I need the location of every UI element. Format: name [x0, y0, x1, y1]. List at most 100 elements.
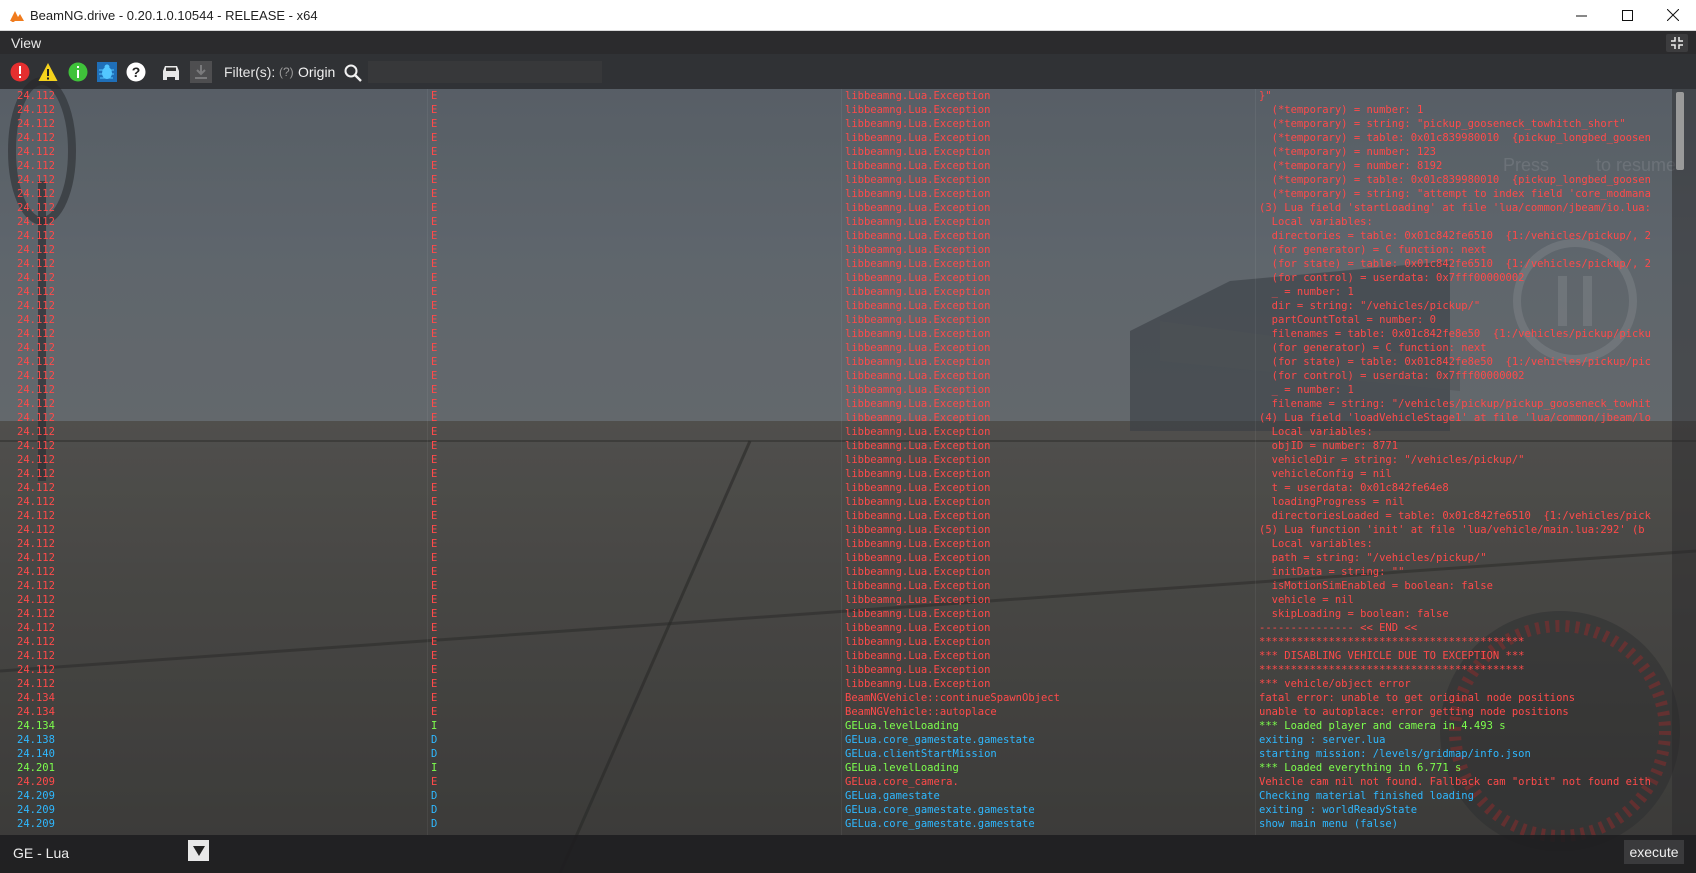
- log-level: E: [431, 482, 438, 494]
- triangle-down-icon: [192, 845, 205, 856]
- filter-help[interactable]: (?): [279, 65, 294, 79]
- log-message: loadingProgress = nil: [1259, 496, 1405, 508]
- log-row[interactable]: 24.112 Elibbeamng.Lua.Exception (for gene…: [0, 243, 1672, 257]
- log-row[interactable]: 24.138 D GELua.core_gamestate.gamestate exi…: [0, 733, 1672, 747]
- window-titlebar: BeamNG.drive - 0.20.1.0.10544 - RELEASE …: [0, 0, 1696, 31]
- log-row[interactable]: 24.134 I GELua.levelLoading *** Loaded play…: [0, 719, 1672, 733]
- log-origin: libbeamng.Lua.Exception: [845, 482, 991, 494]
- maximize-icon: [1621, 9, 1633, 21]
- search-input[interactable]: [368, 61, 602, 83]
- log-time: 24.112: [17, 90, 55, 102]
- log-time: 24.112: [17, 384, 55, 396]
- log-row[interactable]: 24.112 Elibbeamng.Lua.Exception (*tempora…: [0, 173, 1672, 187]
- log-row[interactable]: 24.209 D GELua.core_gamestate.gamestate exi…: [0, 803, 1672, 817]
- log-row[interactable]: 24.112 Elibbeamng.Lua.Exception (3) Lua fi…: [0, 201, 1672, 215]
- log-row[interactable]: 24.112 Elibbeamng.Lua.Exception _ = numbe…: [0, 383, 1672, 397]
- log-row[interactable]: 24.112 Elibbeamng.Lua.Exception _ = numbe…: [0, 285, 1672, 299]
- log-row[interactable]: 24.112 Elibbeamng.Lua.Exception directori…: [0, 509, 1672, 523]
- log-row[interactable]: 24.112 Elibbeamng.Lua.Exception (for stat…: [0, 355, 1672, 369]
- log-scrollbar[interactable]: [1672, 89, 1696, 835]
- log-row[interactable]: 24.112 Elibbeamng.Lua.Exception directori…: [0, 229, 1672, 243]
- log-message: starting mission: /levels/gridmap/info.j…: [1259, 748, 1531, 760]
- log-row[interactable]: 24.112 Elibbeamng.Lua.Exception vehicleCo…: [0, 467, 1672, 481]
- log-row[interactable]: 24.112 Elibbeamng.Lua.Exception objID = n…: [0, 439, 1672, 453]
- log-level: E: [431, 496, 438, 508]
- log-time: 24.209: [17, 818, 55, 830]
- log-row[interactable]: 24.112 Elibbeamng.Lua.Exception vehicle =…: [0, 593, 1672, 607]
- log-row[interactable]: 24.112 Elibbeamng.Lua.Exception path = st…: [0, 551, 1672, 565]
- log-row[interactable]: 24.112 Elibbeamng.Lua.Exception isMotionS…: [0, 579, 1672, 593]
- log-row[interactable]: 24.112 Elibbeamng.Lua.Exception t = userd…: [0, 481, 1672, 495]
- log-row[interactable]: 24.112 Elibbeamng.Lua.Exception ----------…: [0, 621, 1672, 635]
- log-row[interactable]: 24.112 Elibbeamng.Lua.Exception (5) Lua fu…: [0, 523, 1672, 537]
- log-row[interactable]: 24.112 Elibbeamng.Lua.Exception dir = str…: [0, 299, 1672, 313]
- log-row[interactable]: 24.209 E GELua.core_camera. Vehicle cam nil…: [0, 775, 1672, 789]
- log-row[interactable]: 24.112 Elibbeamng.Lua.Exception (*tempora…: [0, 117, 1672, 131]
- log-row[interactable]: 24.209 D GELua.core_gamestate.gamestate sho…: [0, 817, 1672, 831]
- debug-bug-icon[interactable]: [97, 62, 117, 82]
- log-row[interactable]: 24.112 Elibbeamng.Lua.Exception *** vehicl…: [0, 677, 1672, 691]
- log-row[interactable]: 24.112 Elibbeamng.Lua.Exception Local var…: [0, 425, 1672, 439]
- close-button[interactable]: [1650, 0, 1696, 30]
- maximize-button[interactable]: [1604, 0, 1650, 30]
- warning-icon[interactable]: [38, 62, 58, 82]
- log-row[interactable]: 24.112 Elibbeamng.Lua.Exception (for cont…: [0, 369, 1672, 383]
- log-row[interactable]: 24.112 Elibbeamng.Lua.Exception initData …: [0, 565, 1672, 579]
- log-message: (*temporary) = number: 1: [1259, 104, 1424, 116]
- log-row[interactable]: 24.112 Elibbeamng.Lua.Exception (*tempora…: [0, 131, 1672, 145]
- log-message: Local variables:: [1259, 426, 1373, 438]
- log-row[interactable]: 24.112 Elibbeamng.Lua.Exception (4) Lua fi…: [0, 411, 1672, 425]
- execute-button[interactable]: execute: [1624, 840, 1684, 864]
- log-level: E: [431, 384, 438, 396]
- download-icon[interactable]: [190, 61, 212, 83]
- log-row[interactable]: 24.112 Elibbeamng.Lua.Exception (for gene…: [0, 341, 1672, 355]
- log-time: 24.209: [17, 790, 55, 802]
- log-row[interactable]: 24.134 E BeamNGVehicle::autoplace unable to…: [0, 705, 1672, 719]
- log-time: 24.112: [17, 328, 55, 340]
- log-row[interactable]: 24.112 Elibbeamng.Lua.Exception (for stat…: [0, 257, 1672, 271]
- log-row[interactable]: 24.112 Elibbeamng.Lua.Exception loadingPr…: [0, 495, 1672, 509]
- context-dropdown[interactable]: [188, 840, 209, 861]
- log-row[interactable]: 24.112 Elibbeamng.Lua.Exception (*tempora…: [0, 103, 1672, 117]
- log-row[interactable]: 24.201 I GELua.levelLoading *** Loaded ever…: [0, 761, 1672, 775]
- log-level: E: [431, 594, 438, 606]
- info-icon[interactable]: [68, 62, 88, 82]
- help-icon[interactable]: ?: [126, 62, 146, 82]
- log-time: 24.112: [17, 314, 55, 326]
- log-row[interactable]: 24.140 D GELua.clientStartMission starting …: [0, 747, 1672, 761]
- log-row[interactable]: 24.112 Elibbeamng.Lua.Exception skipLoadi…: [0, 607, 1672, 621]
- log-message: initData = string: "": [1259, 566, 1405, 578]
- log-origin: BeamNGVehicle::autoplace: [845, 706, 997, 718]
- log-row[interactable]: 24.134 E BeamNGVehicle::continueSpawnObjec…: [0, 691, 1672, 705]
- log-row[interactable]: 24.112 Elibbeamng.Lua.Exception (for cont…: [0, 271, 1672, 285]
- log-time: 24.112: [17, 104, 55, 116]
- log-row[interactable]: 24.112 Elibbeamng.Lua.Exception Local var…: [0, 215, 1672, 229]
- log-row[interactable]: 24.112 Elibbeamng.Lua.Exception filenames…: [0, 327, 1672, 341]
- log-origin: GELua.gamestate: [845, 790, 940, 802]
- origin-filter[interactable]: Origin: [298, 64, 335, 80]
- log-row[interactable]: 24.112 Elibbeamng.Lua.Exception (*tempora…: [0, 159, 1672, 173]
- command-input[interactable]: [222, 841, 1624, 865]
- log-row[interactable]: 24.112 Elibbeamng.Lua.Exception *** DISABL…: [0, 649, 1672, 663]
- log-level: E: [431, 272, 438, 284]
- log-row[interactable]: 24.112 Elibbeamng.Lua.Exception **********…: [0, 635, 1672, 649]
- log-row[interactable]: 24.112 Elibbeamng.Lua.Exception Local var…: [0, 537, 1672, 551]
- log-row[interactable]: 24.209 D GELua.gamestate Checking material …: [0, 789, 1672, 803]
- log-row[interactable]: 24.112 Elibbeamng.Lua.Exception (*tempora…: [0, 145, 1672, 159]
- collapse-button[interactable]: [1666, 34, 1688, 52]
- log-row[interactable]: 24.112 Elibbeamng.Lua.Exception filename …: [0, 397, 1672, 411]
- menu-view[interactable]: View: [11, 35, 41, 51]
- log-row[interactable]: 24.112 Elibbeamng.Lua.Exception (*tempora…: [0, 187, 1672, 201]
- minimize-button[interactable]: [1558, 0, 1604, 30]
- context-label[interactable]: GE - Lua: [13, 845, 69, 861]
- log-scrollbar-thumb[interactable]: [1676, 92, 1684, 170]
- log-row[interactable]: 24.112 Elibbeamng.Lua.Exception vehicleDi…: [0, 453, 1672, 467]
- vehicle-icon[interactable]: [160, 62, 182, 82]
- log-origin: libbeamng.Lua.Exception: [845, 258, 991, 270]
- log-row[interactable]: 24.112 Elibbeamng.Lua.Exception partCount…: [0, 313, 1672, 327]
- log-row[interactable]: 24.112 Elibbeamng.Lua.Exception}": [0, 89, 1672, 103]
- log-origin: GELua.core_camera.: [845, 776, 959, 788]
- error-icon[interactable]: [10, 62, 30, 82]
- log-row[interactable]: 24.112 Elibbeamng.Lua.Exception **********…: [0, 663, 1672, 677]
- search-icon[interactable]: [344, 64, 362, 82]
